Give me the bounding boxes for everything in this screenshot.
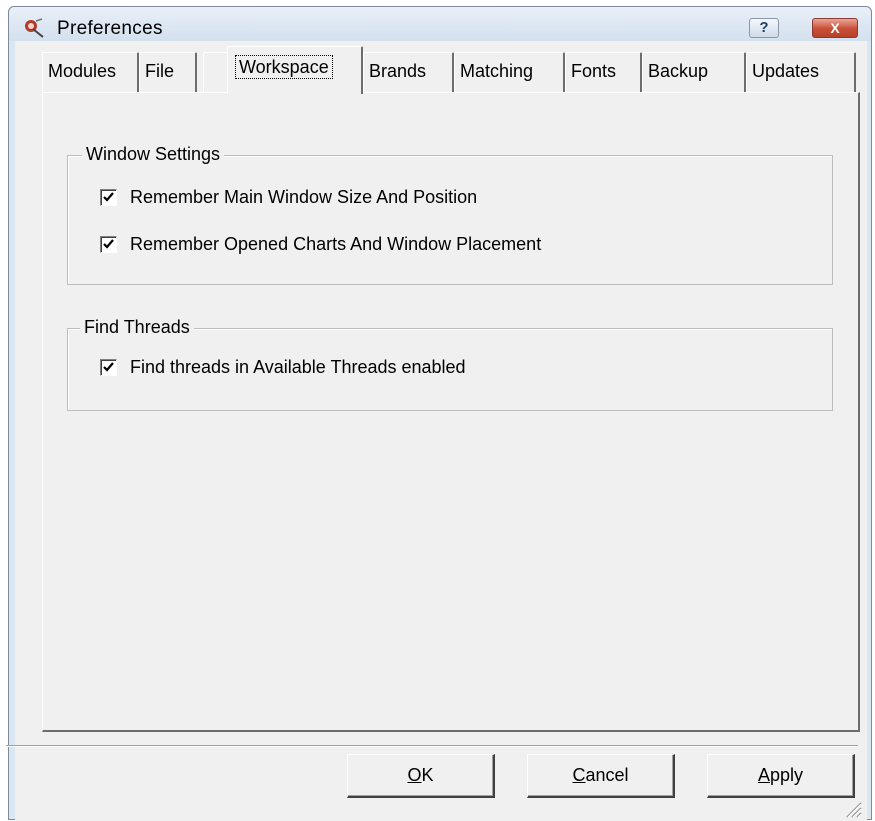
app-icon bbox=[23, 17, 45, 39]
tab-backup-label: Backup bbox=[648, 61, 709, 81]
close-icon: X bbox=[830, 20, 840, 36]
find-threads-option[interactable]: Find threads in Available Threads enable… bbox=[100, 357, 560, 382]
find-threads-label: Find threads in Available Threads enable… bbox=[130, 357, 466, 377]
button-separator bbox=[6, 745, 858, 747]
tab-modules[interactable]: Modules bbox=[42, 52, 139, 92]
tab-workspace[interactable]: Workspace bbox=[227, 46, 363, 94]
tab-fonts-label: Fonts bbox=[571, 61, 617, 81]
find-threads-checkbox[interactable] bbox=[100, 359, 117, 376]
close-button[interactable]: X bbox=[812, 18, 858, 38]
remember-window-size-option[interactable]: Remember Main Window Size And Position bbox=[100, 187, 620, 212]
window-settings-group: Window Settings Remember Main Window Siz… bbox=[67, 144, 833, 285]
cancel-mnemonic: C bbox=[572, 765, 586, 785]
apply-button[interactable]: Apply bbox=[707, 754, 855, 798]
cancel-button[interactable]: Cancel bbox=[527, 754, 675, 798]
tab-brands[interactable]: Brands bbox=[363, 52, 454, 92]
help-button[interactable]: ? bbox=[749, 18, 779, 38]
checkmark-icon bbox=[103, 192, 114, 202]
tab-matching-label: Matching bbox=[460, 61, 534, 81]
help-icon: ? bbox=[759, 19, 769, 36]
ok-button[interactable]: OK bbox=[347, 754, 495, 798]
remember-opened-charts-option[interactable]: Remember Opened Charts And Window Placem… bbox=[100, 234, 660, 259]
window-settings-title: Window Settings bbox=[82, 144, 225, 165]
tab-backup[interactable]: Backup bbox=[642, 52, 746, 92]
tab-fonts[interactable]: Fonts bbox=[565, 52, 642, 92]
ok-mnemonic: O bbox=[407, 765, 422, 785]
tab-updates-label: Updates bbox=[752, 61, 820, 81]
resize-grip-icon[interactable] bbox=[844, 800, 862, 818]
ok-label-rest: K bbox=[421, 765, 434, 785]
cancel-label-rest: ancel bbox=[585, 765, 629, 785]
remember-opened-charts-checkbox[interactable] bbox=[100, 236, 117, 253]
title-bar[interactable]: Preferences ? X bbox=[9, 7, 871, 41]
apply-label-rest: pply bbox=[769, 765, 804, 785]
checkmark-icon bbox=[103, 239, 114, 249]
remember-window-size-checkbox[interactable] bbox=[100, 189, 117, 206]
find-threads-group: Find Threads Find threads in Available T… bbox=[67, 317, 833, 411]
remember-window-size-label: Remember Main Window Size And Position bbox=[130, 187, 478, 207]
tab-file-label: File bbox=[145, 61, 175, 81]
checkmark-icon bbox=[103, 362, 114, 372]
workspace-tab-panel: Window Settings Remember Main Window Siz… bbox=[42, 92, 860, 732]
tab-workspace-label: Workspace bbox=[235, 55, 333, 79]
tab-brands-label: Brands bbox=[369, 61, 427, 81]
find-threads-title: Find Threads bbox=[80, 317, 194, 338]
tab-modules-label: Modules bbox=[48, 61, 117, 81]
tab-updates[interactable]: Updates bbox=[746, 52, 856, 92]
apply-mnemonic: A bbox=[757, 765, 770, 785]
window-title: Preferences bbox=[57, 18, 163, 39]
tab-matching[interactable]: Matching bbox=[454, 52, 565, 92]
remember-opened-charts-label: Remember Opened Charts And Window Placem… bbox=[130, 234, 542, 254]
tab-file[interactable]: File bbox=[139, 52, 197, 92]
